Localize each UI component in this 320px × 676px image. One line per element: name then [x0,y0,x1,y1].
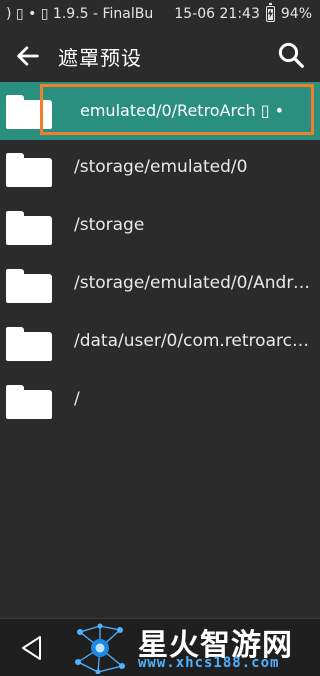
back-arrow-icon[interactable] [14,42,42,70]
app-bar: 遮罩预设 [0,30,320,80]
watermark-logo-icon [75,623,125,674]
directory-path: /data/user/0/com.retroarch/files [74,331,310,351]
status-datetime: 15-06 21:43 [174,6,260,22]
directory-path: / [74,389,80,409]
folder-icon [6,153,52,187]
nav-back-triangle-icon[interactable] [20,635,44,661]
directory-list: emulated/0/RetroArch ▯ • /storage/emulat… [0,82,320,430]
directory-item-retroarch[interactable]: emulated/0/RetroArch ▯ • [0,82,320,140]
battery-percentage: 94% [280,6,312,22]
watermark: 星火智游网 www.xhcs188.com [70,618,320,675]
folder-icon [6,269,52,303]
directory-item[interactable]: /storage [0,198,320,256]
page-title: 遮罩预设 [58,46,142,70]
battery-charging-icon [265,3,275,22]
directory-item[interactable]: /storage/emulated/0/Android/data/com.ret… [0,256,320,314]
folder-icon [6,211,52,245]
search-icon[interactable] [276,40,306,70]
folder-icon [6,385,52,419]
directory-path: emulated/0/RetroArch ▯ • [80,101,285,120]
directory-path: /storage [74,215,145,235]
status-bar: ) ▯ • ▯ 1.9.5 - FinalBu 15-06 21:43 94% [0,0,320,30]
directory-item[interactable]: / [0,372,320,430]
status-left-text: ) ▯ • ▯ 1.9.5 - FinalBu [6,6,154,22]
directory-path: /storage/emulated/0/Android/data/com.ret… [74,273,310,293]
status-right: 15-06 21:43 94% [174,3,312,22]
directory-path: /storage/emulated/0 [74,157,248,177]
directory-item[interactable]: /data/user/0/com.retroarch/files [0,314,320,372]
folder-icon [6,95,52,129]
watermark-url: www.xhcs188.com [138,655,280,671]
folder-icon [6,327,52,361]
directory-item[interactable]: /storage/emulated/0 [0,140,320,198]
